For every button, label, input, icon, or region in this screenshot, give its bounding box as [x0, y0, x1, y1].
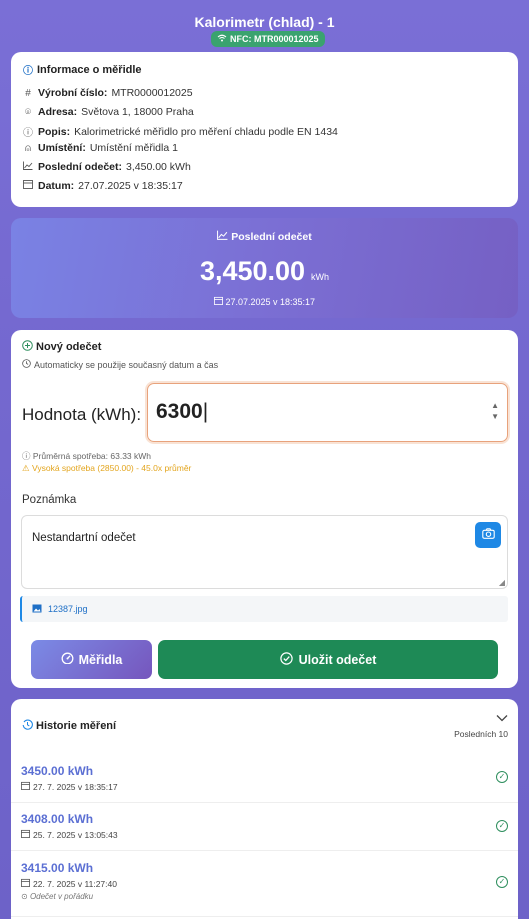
resize-handle-icon[interactable]: ◢	[499, 578, 505, 587]
history-item[interactable]: 3415.00 kWh 22. 7. 2025 v 11:27:40 ⊙ Ode…	[11, 850, 518, 916]
info-icon: ⓘ	[22, 451, 31, 461]
meter-info-card: ⓘ Informace o měřidle # Výrobní číslo: MT…	[11, 52, 518, 207]
last-reading-date: 27.07.2025 v 18:35:17	[11, 296, 518, 307]
note-textarea[interactable]: Nestandartní odečet ◢	[21, 515, 508, 589]
history-item[interactable]: 3450.00 kWh 27. 7. 2025 v 18:35:17 ✓	[11, 754, 518, 802]
history-item-note: ⊙ Odečet v pořádku	[21, 892, 94, 901]
note-label: Poznámka	[22, 494, 77, 506]
value-label: Hodnota (kWh):	[22, 405, 142, 424]
calendar-icon	[213, 296, 226, 307]
stepper-down-icon[interactable]: ▼	[491, 411, 499, 422]
page-title: Kalorimetr (chlad) - 1	[194, 14, 335, 30]
info-row-address: ⌾ Adresa: Světova 1, 18000 Praha	[22, 106, 194, 118]
last-reading-label: Poslední odečet	[11, 230, 518, 243]
new-reading-title: Nový odečet	[22, 340, 101, 354]
camera-button[interactable]	[475, 522, 501, 548]
high-consumption-warning: ⚠ Vysoká spotřeba (2850.00) - 45.0x prům…	[22, 463, 192, 473]
value-input[interactable]: 6300| ▲ ▼	[147, 383, 508, 442]
clock-icon	[22, 359, 31, 370]
check-circle-icon: ✓	[496, 820, 508, 832]
info-icon: ⓘ	[23, 66, 33, 77]
nfc-badge: NFC: MTR000012025	[211, 31, 325, 47]
average-consumption-hint: ⓘ Průměrná spotřeba: 63.33 kWh	[22, 451, 152, 461]
attachment-item[interactable]: 12387.jpg	[20, 596, 508, 622]
plus-circle-icon	[22, 340, 33, 354]
image-icon	[32, 604, 42, 615]
calendar-icon	[21, 878, 30, 889]
chart-line-icon	[217, 230, 231, 243]
user-icon: ⍝	[25, 142, 31, 154]
nfc-label: NFC: MTR000012025	[230, 34, 319, 44]
gauge-icon	[61, 652, 74, 667]
attachment-filename: 12387.jpg	[48, 604, 88, 614]
save-reading-button[interactable]: Uložit odečet	[158, 640, 498, 679]
meters-button[interactable]: Měřidla	[31, 640, 152, 679]
info-icon: ⓘ	[23, 128, 33, 139]
last-reading-value: 3,450.00 kWh	[199, 256, 330, 286]
last-reading-unit: kWh	[311, 272, 330, 282]
calendar-icon	[21, 781, 30, 792]
history-card: Historie měření Posledních 10 3450.00 kW…	[11, 699, 518, 919]
history-item-value: 3408.00 kWh	[21, 812, 94, 826]
camera-icon	[481, 526, 495, 544]
history-title[interactable]: Historie měření	[22, 719, 116, 733]
hash-icon: #	[25, 87, 31, 99]
check-circle-icon: ✓	[496, 876, 508, 888]
wifi-icon	[217, 31, 227, 47]
warning-icon: ⚠	[22, 463, 30, 473]
calendar-icon	[21, 829, 30, 840]
new-reading-card: Nový odečet Automaticky se použije souča…	[11, 330, 518, 688]
check-circle-icon	[279, 651, 293, 668]
check-circle-icon: ✓	[496, 771, 508, 783]
history-item-date: 25. 7. 2025 v 13:05:43	[21, 829, 118, 840]
chevron-down-icon[interactable]	[496, 711, 508, 725]
history-item-date: 27. 7. 2025 v 18:35:17	[21, 781, 118, 792]
calendar-icon	[22, 179, 34, 192]
stepper-up-icon[interactable]: ▲	[491, 400, 499, 411]
history-item-date: 22. 7. 2025 v 11:27:40	[21, 878, 117, 889]
history-item-value: 3415.00 kWh	[21, 861, 94, 875]
history-icon	[22, 719, 33, 733]
history-item-value: 3450.00 kWh	[21, 764, 94, 778]
info-row-serial: # Výrobní číslo: MTR0000012025	[22, 87, 192, 99]
last-reading-card: Poslední odečet 3,450.00 kWh 27.07.2025 v…	[11, 218, 518, 318]
info-row-location: ⍝ Umístění: Umístění měřidla 1	[22, 142, 178, 154]
info-row-date: Datum: 27.07.2025 v 18:35:17	[22, 179, 183, 192]
info-row-description: ⓘ Popis: Kalorimetrické měřidlo pro měřen…	[23, 125, 338, 140]
location-pin-icon: ⌾	[25, 106, 31, 118]
app-header: Kalorimetr (chlad) - 1 NFC: MTR000012025	[0, 0, 529, 50]
chart-line-icon	[22, 161, 34, 173]
comment-icon: ⊙	[21, 892, 28, 901]
info-row-last-reading: Poslední odečet: 3,450.00 kWh	[22, 161, 191, 173]
meter-info-title: ⓘ Informace o měřidle	[23, 63, 142, 78]
value-stepper[interactable]: ▲ ▼	[491, 400, 499, 422]
history-item[interactable]: 3408.00 kWh 25. 7. 2025 v 13:05:43 ✓	[11, 802, 518, 850]
history-filter: Posledních 10	[454, 729, 508, 739]
new-reading-subtitle: Automaticky se použije současný datum a …	[22, 359, 218, 370]
